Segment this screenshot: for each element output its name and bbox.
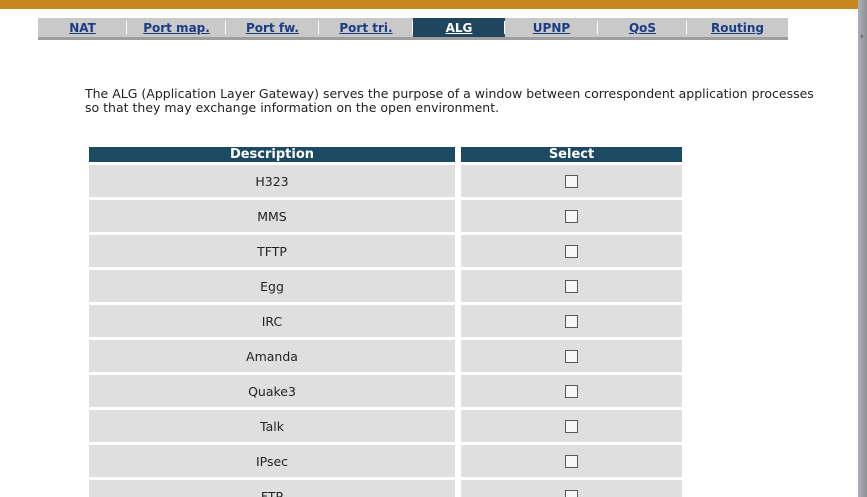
protocol-name: Amanda — [89, 340, 455, 372]
right-scroll-frame[interactable] — [858, 0, 867, 497]
table-row: MMS — [89, 200, 682, 232]
table-header-row: Description Select — [89, 147, 682, 162]
h323-checkbox[interactable] — [565, 174, 578, 188]
protocol-name: IRC — [89, 305, 455, 337]
description-column-header: Description — [89, 147, 455, 162]
tab-label: NAT — [69, 20, 96, 35]
protocol-name: Quake3 — [89, 375, 455, 407]
tab-upnp[interactable]: UPNP — [505, 18, 598, 37]
table-row: Talk — [89, 410, 682, 442]
select-cell — [461, 445, 682, 477]
frame-edge-icon: › — [860, 32, 864, 42]
talk-checkbox[interactable] — [565, 419, 578, 433]
select-cell — [461, 305, 682, 337]
ftp-checkbox[interactable] — [565, 489, 578, 497]
table-row: IPsec — [89, 445, 682, 477]
tab-port-tri[interactable]: Port tri. — [319, 18, 413, 37]
navigation-tab-bar: NAT Port map. Port fw. Port tri. ALG UPN… — [38, 18, 788, 40]
protocol-name: Talk — [89, 410, 455, 442]
tab-label: Port tri. — [339, 20, 393, 35]
quake3-checkbox[interactable] — [565, 384, 578, 398]
table-row: Egg — [89, 270, 682, 302]
select-cell — [461, 165, 682, 197]
egg-checkbox[interactable] — [565, 279, 578, 293]
tab-routing[interactable]: Routing — [687, 18, 788, 37]
amanda-checkbox[interactable] — [565, 349, 578, 363]
table-row: Quake3 — [89, 375, 682, 407]
protocol-name: FTP — [89, 480, 455, 497]
tftp-checkbox[interactable] — [565, 244, 578, 258]
protocol-name: TFTP — [89, 235, 455, 267]
table-row: FTP — [89, 480, 682, 497]
tab-label: Port map. — [143, 20, 210, 35]
top-accent-bar — [0, 0, 858, 9]
select-cell — [461, 480, 682, 497]
protocol-name: H323 — [89, 165, 455, 197]
tab-port-fw[interactable]: Port fw. — [226, 18, 319, 37]
alg-settings-page: › NAT Port map. Port fw. Port tri. ALG U… — [0, 0, 867, 497]
alg-options-table: Description Select H323 MMS TFTP Egg IRC… — [89, 147, 682, 497]
select-cell — [461, 375, 682, 407]
tab-label: ALG — [445, 20, 473, 35]
protocol-name: IPsec — [89, 445, 455, 477]
select-cell — [461, 410, 682, 442]
mms-checkbox[interactable] — [565, 209, 578, 223]
protocol-name: MMS — [89, 200, 455, 232]
table-row: IRC — [89, 305, 682, 337]
ipsec-checkbox[interactable] — [565, 454, 578, 468]
table-row: H323 — [89, 165, 682, 197]
select-cell — [461, 200, 682, 232]
irc-checkbox[interactable] — [565, 314, 578, 328]
tab-label: Routing — [710, 20, 764, 35]
tab-label: UPNP — [532, 20, 571, 35]
tab-label: Port fw. — [246, 20, 299, 35]
table-row: Amanda — [89, 340, 682, 372]
tab-alg[interactable]: ALG — [413, 18, 505, 37]
protocol-name: Egg — [89, 270, 455, 302]
select-cell — [461, 340, 682, 372]
tab-qos[interactable]: QoS — [598, 18, 687, 37]
tab-nat[interactable]: NAT — [38, 18, 127, 37]
select-column-header: Select — [461, 147, 682, 162]
alg-description-text: The ALG (Application Layer Gateway) serv… — [85, 86, 814, 115]
tab-port-map[interactable]: Port map. — [127, 18, 226, 37]
select-cell — [461, 235, 682, 267]
tab-label: QoS — [628, 20, 657, 35]
select-cell — [461, 270, 682, 302]
table-row: TFTP — [89, 235, 682, 267]
